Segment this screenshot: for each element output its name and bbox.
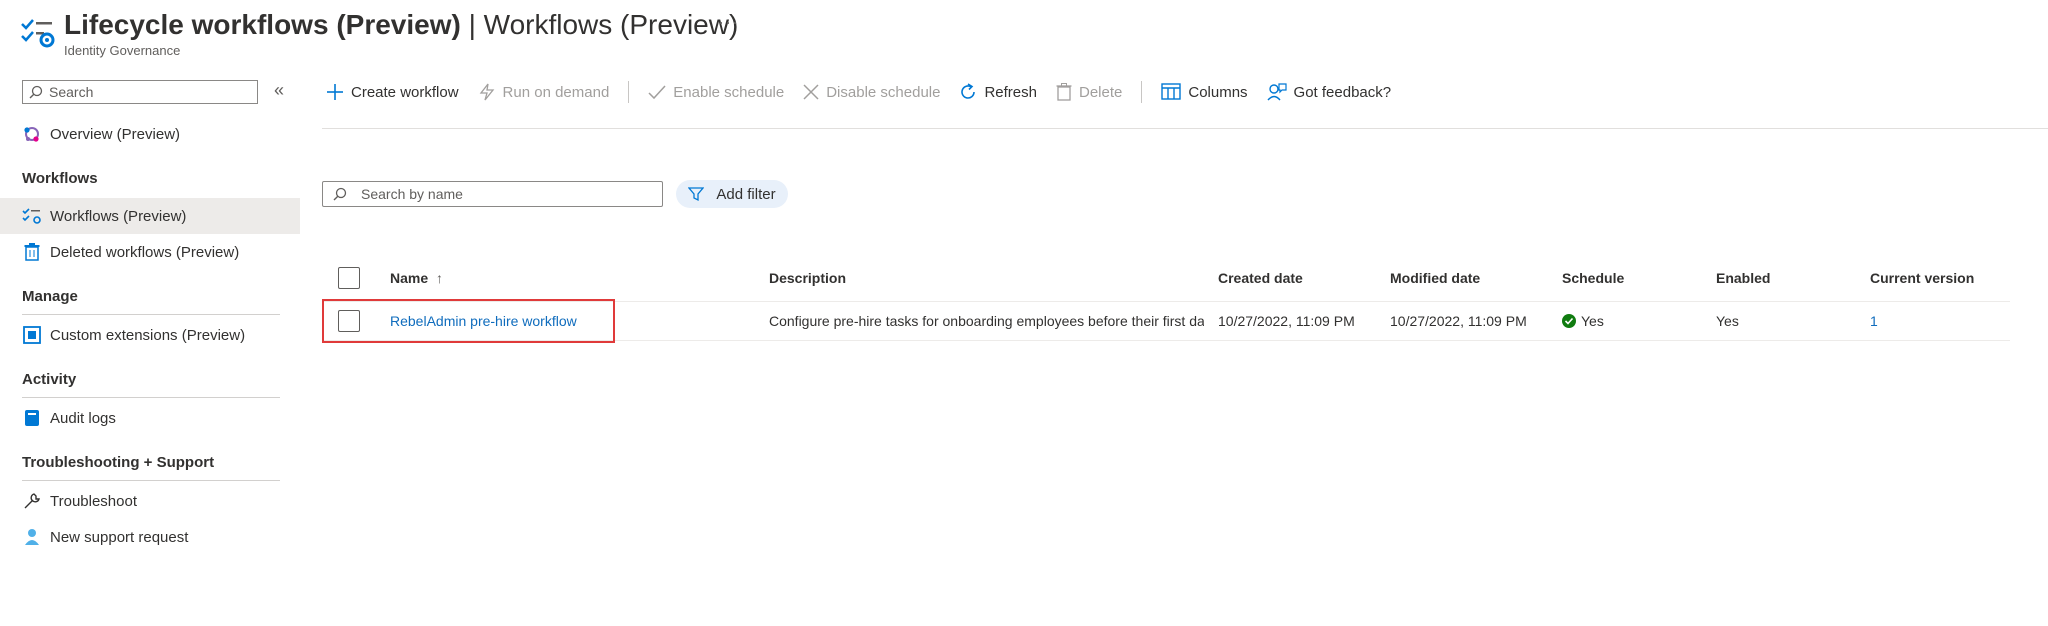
columns-label: Columns (1188, 83, 1248, 101)
overview-icon (22, 124, 42, 144)
sidebar-item-label: Custom extensions (Preview) (50, 326, 246, 344)
column-header-modified-date[interactable]: Modified date (1390, 270, 1480, 286)
trash-icon (22, 242, 42, 262)
refresh-label: Refresh (984, 83, 1037, 101)
section-divider (22, 480, 280, 481)
toolbar-divider (1141, 81, 1143, 103)
sidebar-item-overview[interactable]: Overview (Preview) (0, 116, 300, 152)
section-divider (22, 397, 280, 398)
add-filter-button[interactable]: Add filter (676, 180, 788, 208)
delete-label: Delete (1079, 83, 1123, 101)
section-troubleshooting: Troubleshooting + Support (22, 454, 215, 471)
page-title-separator: | (460, 9, 484, 40)
enable-schedule-button[interactable]: Enable schedule (648, 83, 784, 101)
sidebar-item-new-support-request[interactable]: New support request (0, 519, 300, 555)
workflow-description: Configure pre-hire tasks for onboarding … (769, 313, 1204, 329)
workflows-icon (22, 206, 42, 226)
column-header-name[interactable]: Name ↑ (390, 270, 443, 286)
plus-icon (326, 83, 344, 101)
sidebar-item-custom-extensions[interactable]: Custom extensions (Preview) (0, 317, 300, 353)
trash-icon (1056, 83, 1072, 101)
columns-button[interactable]: Columns (1161, 83, 1248, 101)
page-title-secondary: Workflows (Preview) (483, 9, 739, 40)
sidebar-item-troubleshoot[interactable]: Troubleshoot (0, 483, 300, 519)
select-all-checkbox[interactable] (338, 267, 360, 289)
section-workflows: Workflows (22, 170, 98, 187)
column-header-created-date[interactable]: Created date (1218, 270, 1303, 286)
sidebar-item-label: New support request (50, 528, 189, 546)
create-workflow-label: Create workflow (351, 83, 459, 101)
sidebar-item-deleted-workflows[interactable]: Deleted workflows (Preview) (0, 234, 300, 270)
page-title-primary: Lifecycle workflows (Preview) (64, 9, 461, 40)
lightning-icon (478, 83, 496, 101)
feedback-person-icon (1267, 83, 1287, 101)
refresh-icon (959, 83, 977, 101)
columns-icon (1161, 83, 1182, 101)
search-icon (29, 85, 43, 99)
toolbar-divider-line (322, 128, 2048, 129)
workflow-version-link[interactable]: 1 (1870, 313, 1878, 329)
column-header-enabled[interactable]: Enabled (1716, 270, 1770, 286)
collapse-sidebar-button[interactable]: « (274, 80, 284, 101)
wrench-icon (22, 491, 42, 511)
sort-ascending-icon: ↑ (436, 270, 444, 286)
feedback-button[interactable]: Got feedback? (1267, 83, 1392, 101)
page-subtitle: Identity Governance (64, 43, 181, 58)
filter-icon (688, 187, 705, 202)
workflow-schedule: Yes (1562, 313, 1604, 329)
sidebar-item-label: Overview (Preview) (50, 125, 181, 143)
audit-logs-icon (22, 408, 42, 428)
create-workflow-button[interactable]: Create workflow (326, 83, 459, 101)
column-header-current-version[interactable]: Current version (1870, 270, 1974, 286)
highlight-annotation-box (322, 299, 615, 343)
workflow-schedule-value: Yes (1581, 313, 1604, 329)
disable-schedule-button[interactable]: Disable schedule (803, 84, 940, 101)
sidebar-item-workflows[interactable]: Workflows (Preview) (0, 198, 300, 234)
search-by-name-input[interactable]: Search by name (322, 181, 663, 207)
search-icon (333, 187, 347, 201)
search-by-name-placeholder: Search by name (361, 186, 463, 202)
workflow-enabled: Yes (1716, 313, 1739, 329)
sidebar-item-label: Troubleshoot (50, 492, 137, 510)
sidebar-item-label: Deleted workflows (Preview) (50, 243, 240, 261)
more-options-button[interactable]: ··· (718, 12, 739, 33)
sidebar-item-label: Audit logs (50, 409, 116, 427)
run-on-demand-button[interactable]: Run on demand (478, 83, 610, 101)
delete-button[interactable]: Delete (1056, 83, 1122, 101)
workflow-modified-date: 10/27/2022, 11:09 PM (1390, 313, 1527, 329)
sidebar-item-audit-logs[interactable]: Audit logs (0, 400, 300, 436)
column-header-name-label: Name (390, 270, 429, 286)
section-activity: Activity (22, 371, 77, 388)
section-divider (22, 314, 280, 315)
sidebar-search-input[interactable]: Search (22, 80, 258, 104)
checkmark-icon (648, 83, 666, 101)
section-manage: Manage (22, 288, 78, 305)
workflow-settings-icon (20, 18, 56, 48)
disable-schedule-label: Disable schedule (826, 83, 941, 101)
close-icon (803, 84, 819, 100)
sidebar-item-label: Workflows (Preview) (50, 207, 187, 225)
command-bar: Create workflow Run on demand Enable sch… (326, 78, 1410, 106)
feedback-label: Got feedback? (1293, 83, 1392, 101)
enable-schedule-label: Enable schedule (673, 83, 785, 101)
sidebar-search-placeholder: Search (49, 84, 94, 100)
extensions-icon (22, 325, 42, 345)
refresh-button[interactable]: Refresh (959, 83, 1037, 101)
column-header-description[interactable]: Description (769, 270, 846, 286)
support-person-icon (22, 527, 42, 547)
workflow-created-date: 10/27/2022, 11:09 PM (1218, 313, 1355, 329)
run-on-demand-label: Run on demand (502, 83, 610, 101)
add-filter-label: Add filter (716, 185, 776, 203)
success-check-icon (1562, 314, 1576, 328)
toolbar-divider (628, 81, 630, 103)
column-header-schedule[interactable]: Schedule (1562, 270, 1624, 286)
page-title: Lifecycle workflows (Preview) | Workflow… (64, 8, 738, 42)
